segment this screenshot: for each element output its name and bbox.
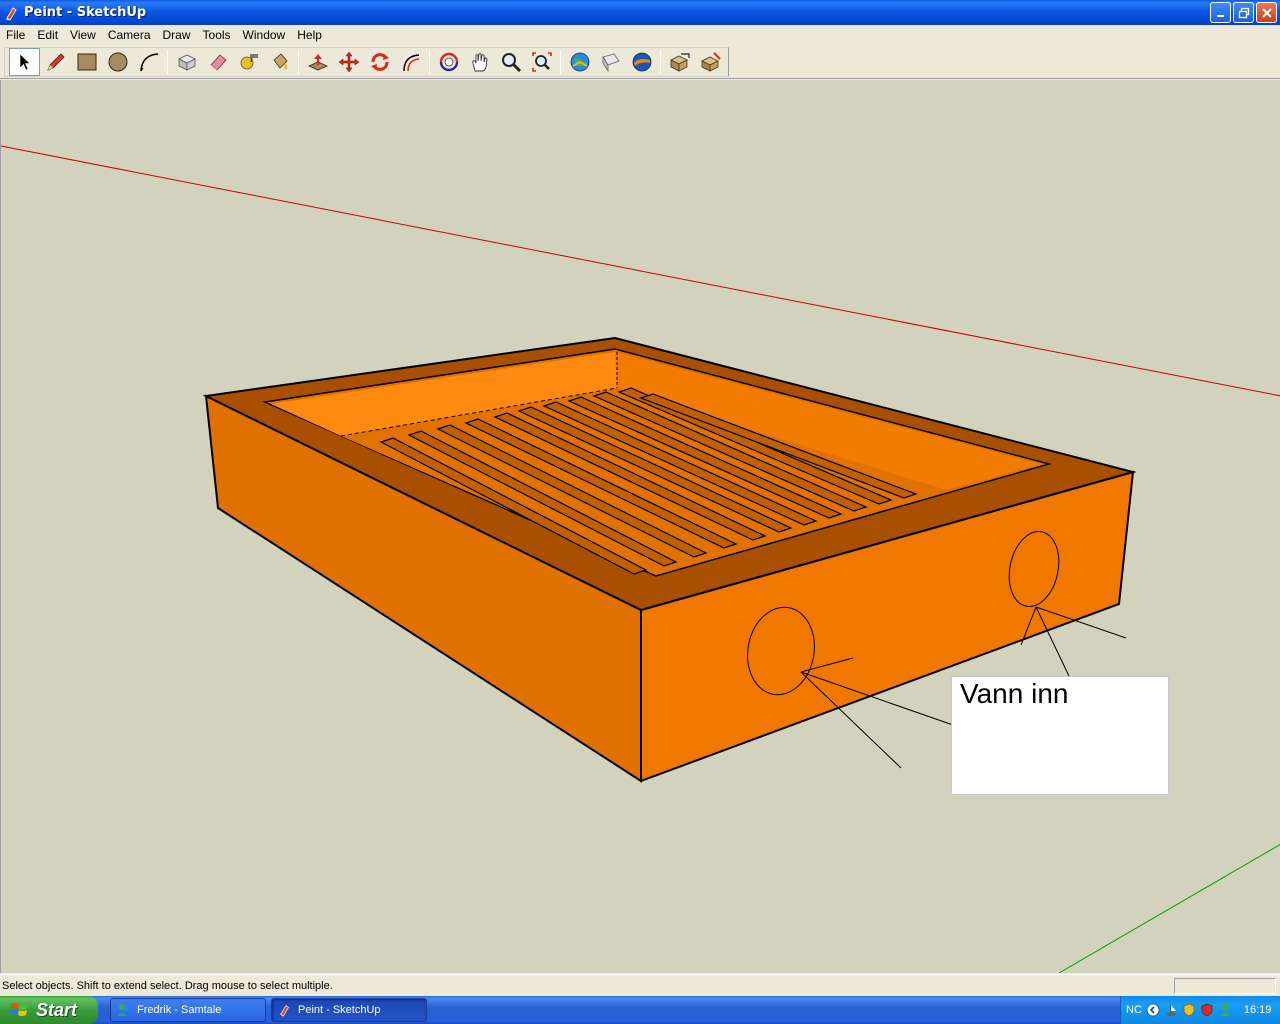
menu-window[interactable]: Window (237, 25, 292, 45)
push-pull-icon (307, 54, 328, 71)
menu-view[interactable]: View (64, 25, 102, 45)
orbit-tool-button[interactable] (433, 48, 464, 76)
taskbar-button-sketchup[interactable]: Peint - SketchUp (271, 998, 427, 1022)
menu-tools[interactable]: Tools (197, 25, 237, 45)
components-button[interactable] (664, 48, 695, 76)
restore-icon (1238, 7, 1249, 18)
model-viewport[interactable]: Vann inn (0, 80, 1280, 973)
tape-measure-button[interactable] (233, 48, 264, 76)
materials-button[interactable] (695, 48, 726, 76)
pan-tool-button[interactable] (464, 48, 495, 76)
pencil-tool-button[interactable] (40, 48, 71, 76)
make-component-icon (177, 54, 196, 71)
windows-flag-icon (10, 1003, 28, 1016)
show-hidden-icons-icon[interactable] (1146, 1003, 1160, 1017)
taskbar-button-label: Fredrik - Samtale (137, 1004, 222, 1016)
callout-label[interactable]: Vann inn (951, 676, 1169, 795)
green-axis-line (1058, 844, 1280, 973)
move-tool-button[interactable] (333, 48, 364, 76)
rotate-tool-button[interactable] (364, 48, 395, 76)
security-shield-icon[interactable] (1182, 1003, 1196, 1017)
zoom-extents-icon (531, 52, 552, 72)
measurements-box[interactable] (1174, 978, 1276, 994)
language-indicator[interactable]: NC (1126, 1004, 1142, 1016)
select-tool-icon (19, 53, 31, 71)
sketchup-app-icon (6, 6, 17, 21)
close-icon (1261, 7, 1272, 18)
system-tray: NC 16:19 (1120, 996, 1280, 1024)
menu-camera[interactable]: Camera (102, 25, 157, 45)
toolbar (0, 45, 1280, 79)
title-bar: Peint - SketchUp (0, 0, 1280, 25)
offset-tool-button[interactable] (395, 48, 426, 76)
taskbar: Start Fredrik - Samtale Peint - SketchUp… (0, 996, 1280, 1024)
status-bar: Select objects. Shift to extend select. … (0, 974, 1280, 996)
status-hint: Select objects. Shift to extend select. … (2, 980, 333, 992)
circle-tool-icon (108, 52, 127, 72)
arc-tool-button[interactable] (133, 48, 164, 76)
minimize-icon (1216, 14, 1224, 17)
pencil-tool-icon (46, 53, 65, 71)
get-models-button[interactable] (564, 48, 595, 76)
close-button[interactable] (1256, 2, 1277, 23)
window-title: Peint - SketchUp (24, 5, 147, 20)
taskbar-button-label: Peint - SketchUp (298, 1004, 381, 1016)
taskbar-button-samtale[interactable]: Fredrik - Samtale (110, 998, 266, 1022)
offset-tool-icon (402, 54, 419, 72)
zoom-tool-icon (501, 53, 521, 73)
rectangle-tool-button[interactable] (71, 48, 102, 76)
eraser-tool-icon (209, 54, 227, 71)
sketchup-app-icon (280, 1005, 289, 1017)
circle-tool-button[interactable] (102, 48, 133, 76)
push-pull-button[interactable] (302, 48, 333, 76)
menu-file[interactable]: File (0, 25, 31, 45)
rectangle-tool-icon (77, 53, 96, 71)
share-model-icon (601, 53, 620, 73)
zoom-tool-button[interactable] (495, 48, 526, 76)
pirate-tray-icon[interactable] (1164, 1003, 1178, 1017)
materials-icon (700, 52, 721, 72)
restore-button[interactable] (1233, 2, 1254, 23)
antivirus-shield-icon[interactable] (1200, 1003, 1214, 1017)
messenger-icon (118, 1004, 129, 1016)
pan-tool-icon (471, 53, 487, 72)
get-models-icon (570, 52, 589, 72)
tape-measure-icon (240, 54, 258, 70)
components-icon (669, 53, 690, 72)
menu-draw[interactable]: Draw (157, 25, 197, 45)
orbit-tool-icon (439, 52, 458, 72)
move-tool-icon (338, 51, 359, 73)
menu-bar: File Edit View Camera Draw Tools Window … (0, 25, 1280, 45)
messenger-tray-icon[interactable] (1218, 1003, 1232, 1017)
menu-edit[interactable]: Edit (31, 25, 64, 45)
start-button[interactable]: Start (0, 996, 98, 1024)
google-earth-button[interactable] (626, 48, 657, 76)
select-tool-button[interactable] (9, 48, 40, 76)
eraser-tool-button[interactable] (202, 48, 233, 76)
paint-bucket-icon (272, 53, 288, 70)
rotate-tool-icon (370, 53, 389, 71)
make-component-button[interactable] (171, 48, 202, 76)
share-model-button[interactable] (595, 48, 626, 76)
start-label: Start (36, 999, 78, 1020)
arc-tool-icon (139, 53, 158, 72)
clock[interactable]: 16:19 (1244, 1004, 1272, 1016)
google-earth-icon (632, 52, 651, 72)
menu-help[interactable]: Help (291, 25, 328, 45)
minimize-button[interactable] (1210, 2, 1231, 23)
model-canvas (1, 145, 1280, 973)
paint-bucket-button[interactable] (264, 48, 295, 76)
zoom-extents-button[interactable] (526, 48, 557, 76)
